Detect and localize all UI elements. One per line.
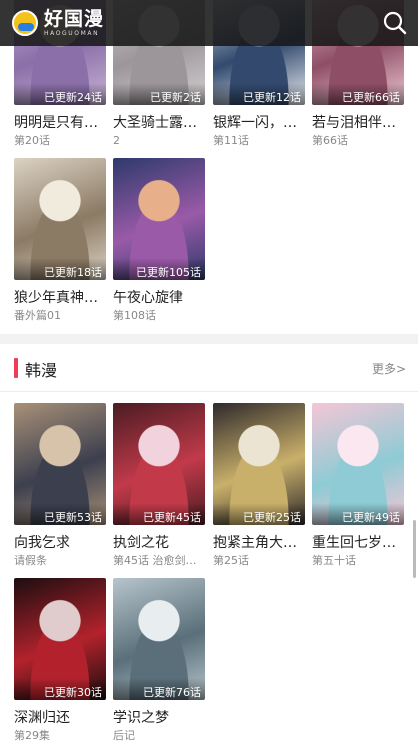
comic-cover[interactable]: 已更新76话	[113, 578, 205, 700]
scrollbar[interactable]	[413, 520, 416, 578]
logo-title: 好国漫	[44, 7, 105, 30]
comic-title[interactable]: 深渊归还	[14, 709, 106, 727]
more-link[interactable]: 更多>	[372, 360, 406, 377]
top-bar: 好国漫 HAOGUOMAN	[0, 0, 418, 46]
update-badge: 已更新12话	[213, 83, 305, 105]
update-badge: 已更新105话	[113, 258, 205, 280]
comic-card[interactable]: 已更新49话重生回七岁… 第五十话	[312, 403, 404, 568]
latest-chapter: 第25话	[213, 554, 249, 567]
latest-chapter: 第11话	[213, 134, 249, 147]
comic-title[interactable]: 抱紧主角大…	[213, 534, 305, 552]
comic-title[interactable]: 狼少年真神…	[14, 289, 106, 307]
update-badge: 已更新25话	[213, 503, 305, 525]
comic-cover[interactable]: 已更新25话	[213, 403, 305, 525]
comic-cover[interactable]: 已更新18话	[14, 158, 106, 280]
app-logo[interactable]: 好国漫 HAOGUOMAN	[12, 7, 105, 37]
update-badge: 已更新66话	[312, 83, 404, 105]
comic-cover[interactable]: 已更新53话	[14, 403, 106, 525]
comic-card[interactable]: 已更新18话狼少年真神… 番外篇01	[14, 158, 106, 323]
update-badge: 已更新53话	[14, 503, 106, 525]
latest-chapter: 第66话	[312, 134, 348, 147]
update-badge: 已更新30话	[14, 678, 106, 700]
comic-title[interactable]: 大圣骑士露…	[113, 114, 205, 132]
comic-title[interactable]: 明明是只有…	[14, 114, 106, 132]
logo-mascot-icon	[12, 10, 38, 36]
latest-chapter: 第20话	[14, 134, 50, 147]
comic-title[interactable]: 执剑之花	[113, 534, 205, 552]
update-badge: 已更新45话	[113, 503, 205, 525]
comic-title[interactable]: 午夜心旋律	[113, 289, 205, 307]
comic-card[interactable]: 已更新25话抱紧主角大… 第25话	[213, 403, 305, 568]
update-badge: 已更新24话	[14, 83, 106, 105]
update-badge: 已更新18话	[14, 258, 106, 280]
comic-card[interactable]: 已更新30话深渊归还第29集	[14, 578, 106, 743]
comic-card[interactable]: 已更新45话执剑之花第45话 治愈剑出…	[113, 403, 205, 568]
update-badge: 已更新76话	[113, 678, 205, 700]
comic-cover[interactable]: 已更新49话	[312, 403, 404, 525]
comic-title[interactable]: 若与泪相伴…	[312, 114, 404, 132]
search-icon	[383, 11, 407, 35]
comic-cover[interactable]: 已更新45话	[113, 403, 205, 525]
section-accent-bar	[14, 358, 18, 378]
comic-card[interactable]: 已更新53话向我乞求请假条	[14, 403, 106, 568]
latest-chapter: 番外篇01	[14, 309, 61, 322]
comic-card[interactable]: 已更新105话午夜心旋律第108话	[113, 158, 205, 323]
comic-title[interactable]: 向我乞求	[14, 534, 106, 552]
logo-subtitle: HAOGUOMAN	[44, 29, 100, 37]
update-badge: 已更新49话	[312, 503, 404, 525]
latest-chapter: 第45话 治愈剑出…	[113, 554, 205, 567]
latest-chapter: 请假条	[14, 554, 47, 567]
section-divider	[0, 334, 418, 344]
comic-title[interactable]: 学识之梦	[113, 709, 205, 727]
comic-card[interactable]: 已更新76话学识之梦后记	[113, 578, 205, 743]
comic-cover[interactable]: 已更新105话	[113, 158, 205, 280]
search-button[interactable]	[382, 10, 408, 36]
latest-chapter: 第五十话	[312, 554, 356, 567]
latest-chapter: 第108话	[113, 309, 156, 322]
update-badge: 已更新2话	[113, 83, 205, 105]
comic-title[interactable]: 重生回七岁…	[312, 534, 404, 552]
comic-cover[interactable]: 已更新30话	[14, 578, 106, 700]
latest-chapter: 第29集	[14, 729, 50, 742]
comic-title[interactable]: 银辉一闪，…	[213, 114, 305, 132]
latest-chapter: 后记	[113, 729, 135, 742]
latest-chapter: 2	[113, 134, 120, 147]
section-title: 韩漫	[25, 361, 58, 380]
section-header-korean: 韩漫 更多>	[0, 344, 418, 392]
